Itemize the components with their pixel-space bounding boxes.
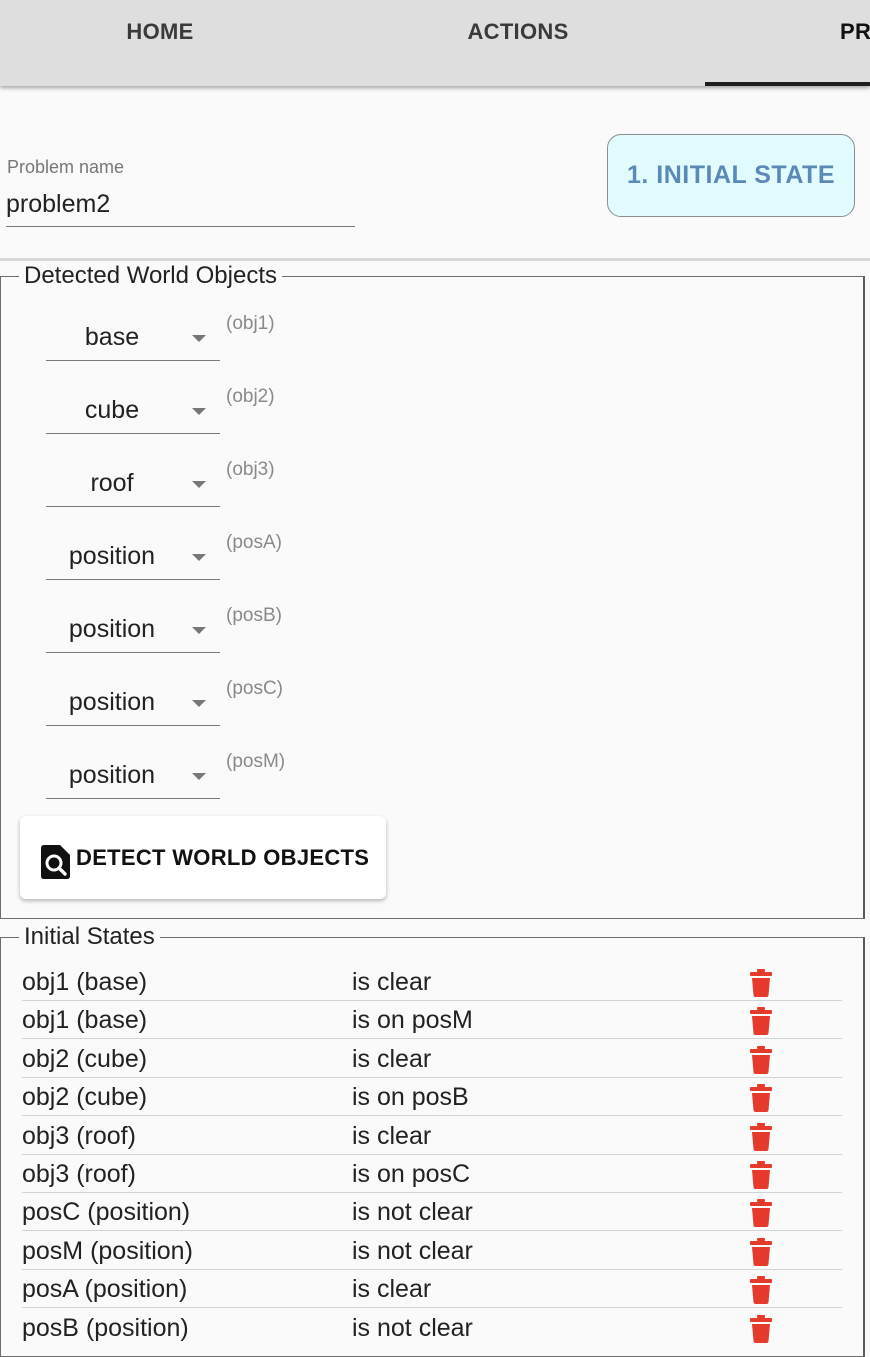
initial-state-row: posC (position) is not clear — [22, 1193, 842, 1232]
world-object-row: roof (obj3) — [46, 459, 346, 519]
trash-icon[interactable] — [750, 1199, 772, 1228]
object-type-value: position — [68, 761, 156, 789]
state-predicate: is not clear — [352, 1313, 473, 1342]
state-object: posC (position) — [22, 1198, 191, 1227]
object-type-select[interactable]: position — [46, 532, 220, 580]
search-file-icon — [41, 845, 70, 879]
initial-state-row: obj3 (roof) is clear — [22, 1117, 842, 1155]
object-id-label: (posB) — [226, 605, 282, 626]
state-object: posM (position) — [22, 1236, 193, 1265]
state-object: obj2 (cube) — [22, 1083, 148, 1112]
chevron-down-icon — [192, 700, 206, 707]
chevron-down-icon — [192, 627, 206, 634]
object-type-value: position — [68, 688, 156, 716]
state-predicate: is clear — [352, 1121, 432, 1150]
trash-icon[interactable] — [750, 1084, 772, 1113]
header-divider — [0, 258, 870, 261]
world-object-row: cube (obj2) — [46, 386, 346, 446]
object-id-label: (posM) — [226, 751, 286, 772]
world-object-row: position (posC) — [46, 678, 346, 738]
problem-name-input[interactable] — [6, 183, 355, 227]
detect-world-objects-button[interactable]: DETECT WORLD OBJECTS — [20, 816, 386, 899]
problem-name-label: Problem name — [7, 157, 125, 177]
object-type-value: roof — [90, 469, 134, 497]
initial-state-row: posB (position) is not clear — [22, 1309, 842, 1347]
object-id-label: (posC) — [226, 678, 284, 699]
object-type-value: cube — [84, 396, 140, 424]
state-predicate: is not clear — [352, 1198, 473, 1227]
initial-state-button[interactable]: 1. INITIAL STATE — [607, 134, 855, 217]
object-id-label: (posA) — [226, 532, 282, 553]
object-id-label: (obj2) — [226, 386, 275, 407]
trash-icon[interactable] — [750, 1161, 772, 1189]
object-type-select[interactable]: cube — [46, 386, 220, 434]
initial-state-row: obj2 (cube) is clear — [22, 1040, 842, 1078]
object-type-select[interactable]: position — [46, 605, 220, 653]
top-tab-bar: HOME ACTIONS PROBLEMS — [0, 0, 870, 86]
state-object: obj1 (base) — [22, 968, 148, 996]
initial-state-row: obj1 (base) is clear — [22, 963, 842, 1001]
trash-icon[interactable] — [750, 1314, 772, 1343]
active-tab-indicator — [705, 82, 870, 86]
initial-state-row: posM (position) is not clear — [22, 1232, 842, 1270]
state-predicate: is clear — [352, 1044, 432, 1073]
state-object: posB (position) — [22, 1313, 189, 1342]
world-object-row: base (obj1) — [46, 313, 346, 373]
object-type-select[interactable]: roof — [46, 459, 220, 507]
initial-state-row: posA (position) is clear — [22, 1270, 842, 1309]
initial-state-row: obj1 (base) is on posM — [22, 1001, 842, 1040]
state-predicate: is clear — [352, 1275, 432, 1304]
state-object: obj1 (base) — [22, 1006, 148, 1035]
trash-icon[interactable] — [750, 1122, 772, 1151]
object-type-select[interactable]: position — [46, 678, 220, 726]
trash-icon[interactable] — [750, 969, 772, 997]
trash-icon[interactable] — [750, 1007, 772, 1036]
chevron-down-icon — [192, 773, 206, 780]
world-objects-legend: Detected World Objects — [19, 262, 282, 290]
state-object: obj3 (roof) — [22, 1160, 136, 1188]
object-type-select[interactable]: base — [46, 313, 220, 361]
state-predicate: is not clear — [352, 1236, 473, 1265]
trash-icon[interactable] — [750, 1045, 772, 1074]
state-predicate: is on posC — [352, 1160, 471, 1188]
world-object-row: position (posM) — [46, 751, 346, 811]
object-type-select[interactable]: position — [46, 751, 220, 799]
state-predicate: is on posB — [352, 1083, 469, 1112]
state-object: obj2 (cube) — [22, 1044, 148, 1073]
object-type-value: base — [84, 323, 140, 351]
initial-states-legend: Initial States — [19, 923, 160, 951]
state-object: obj3 (roof) — [22, 1121, 136, 1150]
trash-icon[interactable] — [750, 1276, 772, 1305]
detect-button-label: DETECT WORLD OBJECTS — [76, 845, 370, 870]
tab-home[interactable]: HOME — [40, 0, 280, 86]
chevron-down-icon — [192, 408, 206, 415]
state-predicate: is clear — [352, 968, 432, 996]
object-id-label: (obj3) — [226, 459, 275, 480]
state-object: posA (position) — [22, 1275, 188, 1304]
tab-problems[interactable]: PROBLEMS — [840, 0, 870, 86]
state-predicate: is on posM — [352, 1006, 473, 1035]
world-object-row: position (posB) — [46, 605, 346, 665]
chevron-down-icon — [192, 335, 206, 342]
object-id-label: (obj1) — [226, 313, 275, 334]
object-type-value: position — [68, 542, 156, 570]
initial-state-row: obj2 (cube) is on posB — [22, 1078, 842, 1117]
world-object-row: position (posA) — [46, 532, 346, 592]
initial-state-row: obj3 (roof) is on posC — [22, 1155, 842, 1193]
chevron-down-icon — [192, 554, 206, 561]
chevron-down-icon — [192, 481, 206, 488]
object-type-value: position — [68, 615, 156, 643]
tab-actions[interactable]: ACTIONS — [398, 0, 638, 86]
trash-icon[interactable] — [750, 1237, 772, 1266]
